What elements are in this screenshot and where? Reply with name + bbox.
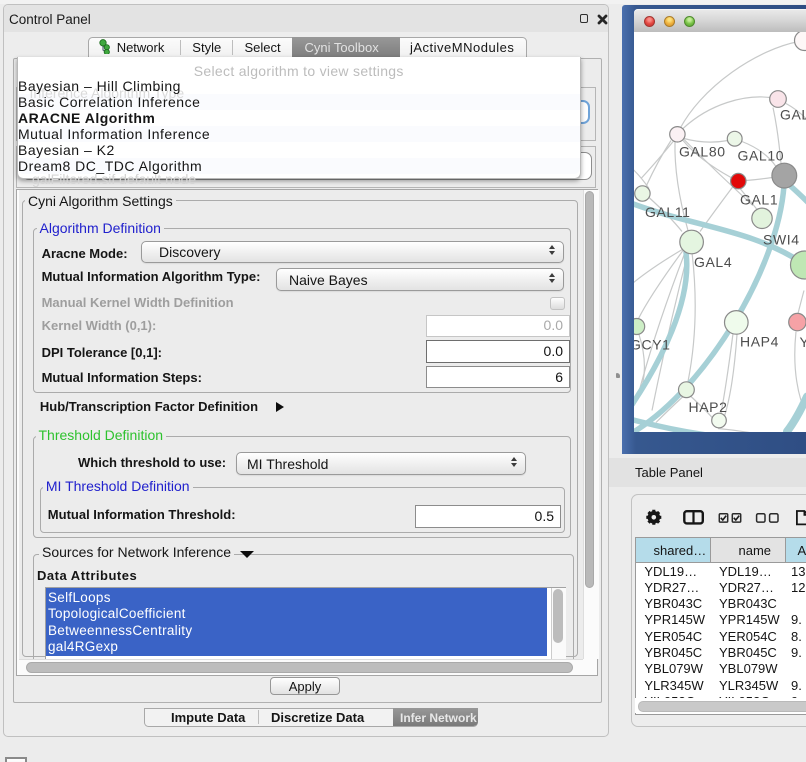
svg-text:GAL80: GAL80 — [679, 143, 726, 159]
svg-text:GAL2: GAL2 — [780, 106, 806, 122]
svg-text:GCY1: GCY1 — [634, 336, 671, 352]
svg-text:GAL4: GAL4 — [694, 254, 732, 270]
svg-text:GAL11: GAL11 — [645, 204, 691, 220]
svg-text:GAL10: GAL10 — [738, 147, 785, 163]
svg-text:YCL: YCL — [800, 334, 806, 350]
svg-text:HAP2: HAP2 — [689, 399, 728, 415]
svg-text:GAL1: GAL1 — [740, 191, 778, 207]
svg-text:HAP4: HAP4 — [740, 333, 779, 349]
svg-text:SWI4: SWI4 — [763, 231, 800, 247]
